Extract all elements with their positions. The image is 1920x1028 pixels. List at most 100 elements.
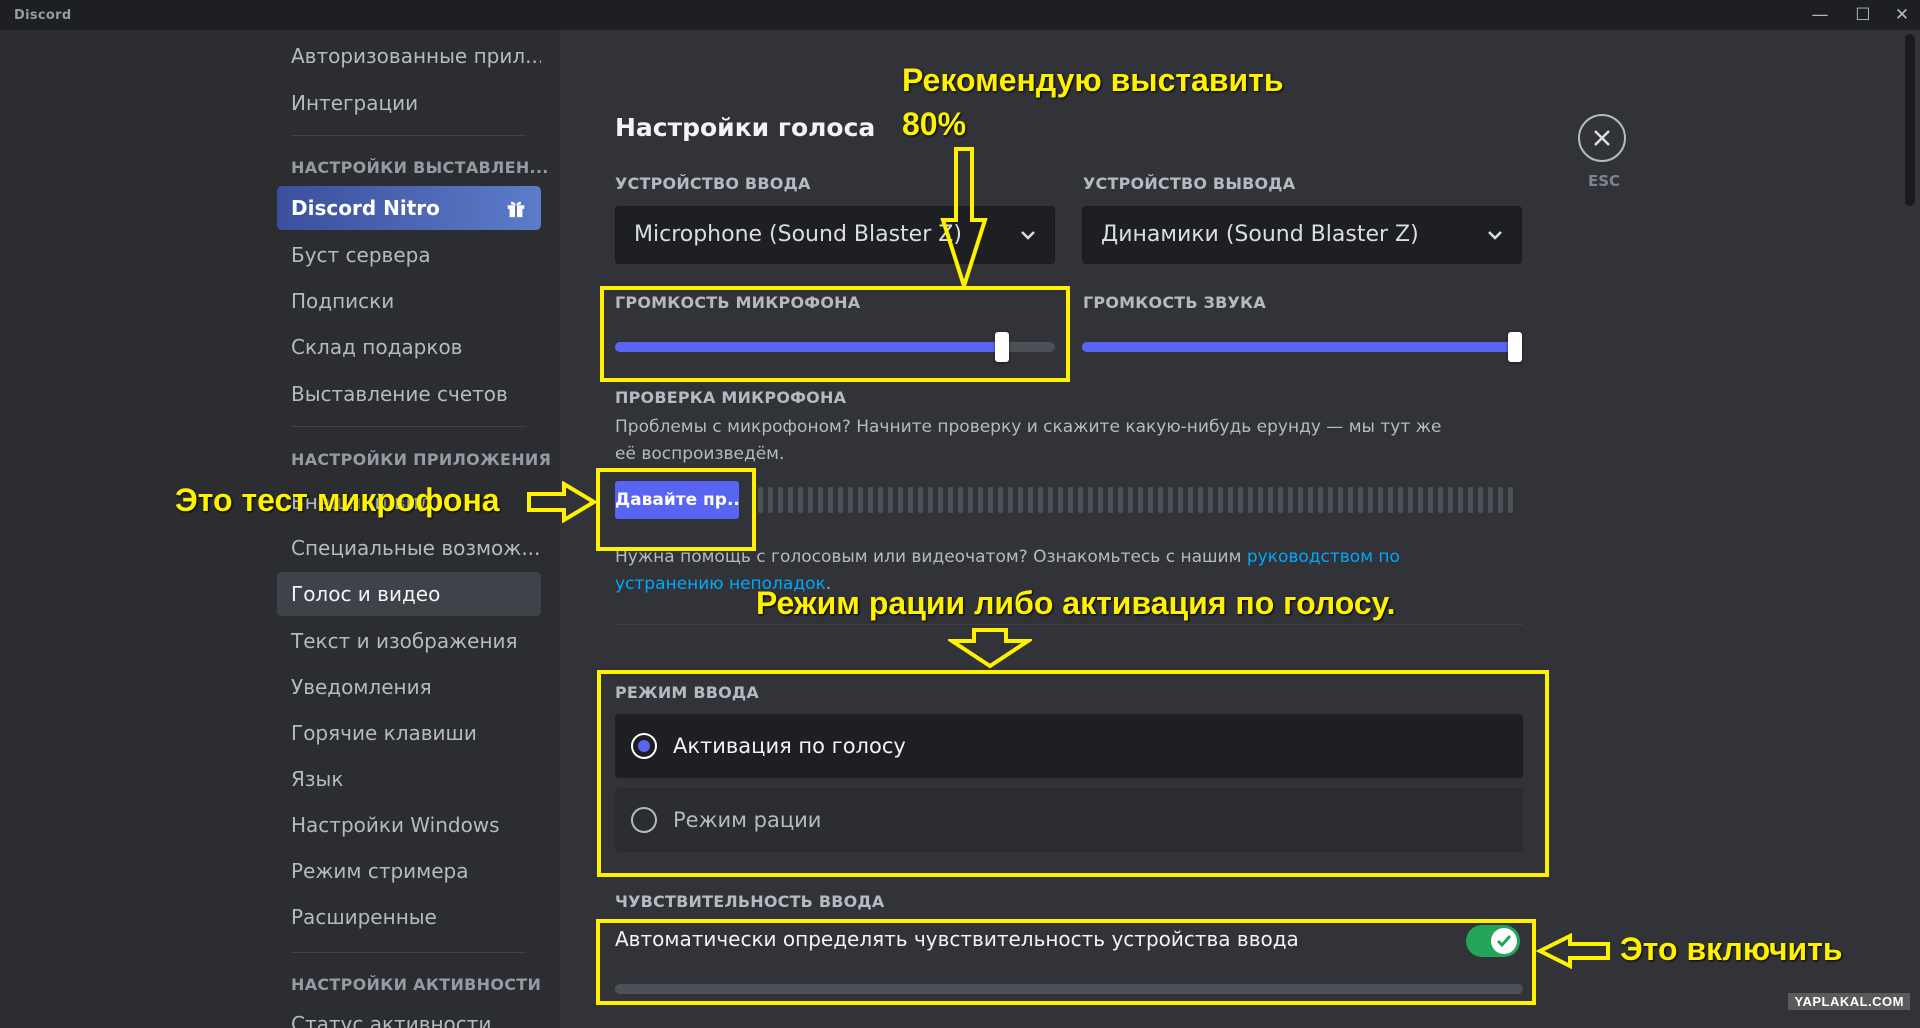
arrow-down-icon bbox=[940, 147, 988, 290]
meter-bar bbox=[938, 487, 943, 513]
meter-bar bbox=[1348, 487, 1353, 513]
sidebar-item-authorized-apps[interactable]: Авторизованные прил... bbox=[277, 34, 541, 78]
annotation-recommend-line1: Рекомендую выставить bbox=[902, 62, 1284, 98]
settings-sidebar: Авторизованные прил... Интеграции НАСТРО… bbox=[0, 30, 560, 1028]
annotation-mic-test: Это тест микрофона bbox=[175, 482, 500, 518]
meter-bar bbox=[1248, 487, 1253, 513]
meter-bar bbox=[998, 487, 1003, 513]
output-device-dropdown[interactable]: Динамики (Sound Blaster Z) bbox=[1082, 206, 1522, 264]
sound-volume-label: ГРОМКОСТЬ ЗВУКА bbox=[1083, 293, 1266, 312]
maximize-button[interactable]: ☐ bbox=[1843, 0, 1883, 30]
meter-bar bbox=[1048, 487, 1053, 513]
meter-bar bbox=[1448, 487, 1453, 513]
meter-bar bbox=[1508, 487, 1513, 513]
meter-bar bbox=[898, 487, 903, 513]
meter-bar bbox=[1208, 487, 1213, 513]
scrollbar-thumb[interactable] bbox=[1905, 34, 1915, 206]
annotation-box-auto-sensitivity bbox=[596, 919, 1536, 1005]
meter-bar bbox=[878, 487, 883, 513]
meter-bar bbox=[1178, 487, 1183, 513]
minimize-button[interactable]: — bbox=[1800, 0, 1840, 30]
meter-bar bbox=[868, 487, 873, 513]
app-title: Discord bbox=[14, 8, 72, 23]
meter-bar bbox=[918, 487, 923, 513]
input-device-value: Microphone (Sound Blaster Z) bbox=[634, 222, 962, 247]
input-device-label: УСТРОЙСТВО ВВОДА bbox=[615, 174, 811, 193]
meter-bar bbox=[1018, 487, 1023, 513]
sidebar-item-subscriptions[interactable]: Подписки bbox=[277, 279, 541, 323]
meter-bar bbox=[1378, 487, 1383, 513]
sidebar-item-voice-video[interactable]: Голос и видео bbox=[277, 572, 541, 616]
meter-bar bbox=[758, 487, 763, 513]
meter-bar bbox=[1318, 487, 1323, 513]
meter-bar bbox=[1398, 487, 1403, 513]
close-settings-button[interactable] bbox=[1578, 114, 1626, 162]
section-divider bbox=[615, 624, 1523, 625]
meter-bar bbox=[1498, 487, 1503, 513]
annotation-box-mic-volume bbox=[600, 286, 1070, 382]
sidebar-item-activity-status[interactable]: Статус активности bbox=[277, 1002, 541, 1028]
sidebar-item-language[interactable]: Язык bbox=[277, 757, 541, 801]
close-window-button[interactable]: ✕ bbox=[1882, 0, 1920, 30]
annotation-mode-hint: Режим рации либо активация по голосу. bbox=[756, 585, 1396, 621]
meter-bar bbox=[858, 487, 863, 513]
sidebar-item-streamer-mode[interactable]: Режим стримера bbox=[277, 849, 541, 893]
sidebar-item-accessibility[interactable]: Специальные возмож... bbox=[277, 526, 541, 570]
sidebar-header-activity: НАСТРОЙКИ АКТИВНОСТИ bbox=[291, 975, 542, 994]
meter-bar bbox=[1128, 487, 1133, 513]
meter-bar bbox=[1288, 487, 1293, 513]
meter-bar bbox=[1068, 487, 1073, 513]
meter-bar bbox=[1338, 487, 1343, 513]
sidebar-item-keybinds[interactable]: Горячие клавиши bbox=[277, 711, 541, 755]
sound-volume-slider[interactable] bbox=[1082, 332, 1522, 362]
mic-test-description: Проблемы с микрофоном? Начните проверку … bbox=[615, 417, 1442, 464]
meter-bar bbox=[1368, 487, 1373, 513]
meter-bar bbox=[1308, 487, 1313, 513]
sidebar-item-advanced[interactable]: Расширенные bbox=[277, 895, 541, 939]
meter-bar bbox=[988, 487, 993, 513]
meter-bar bbox=[1198, 487, 1203, 513]
sidebar-header-app-settings: НАСТРОЙКИ ПРИЛОЖЕНИЯ bbox=[291, 450, 552, 469]
watermark: YAPLAKAL.COM bbox=[1788, 993, 1910, 1010]
annotation-recommend-line2: 80% bbox=[902, 106, 967, 142]
sidebar-item-billing[interactable]: Выставление счетов bbox=[277, 372, 541, 416]
sidebar-item-server-boost[interactable]: Буст сервера bbox=[277, 233, 541, 277]
meter-bar bbox=[978, 487, 983, 513]
meter-bar bbox=[1298, 487, 1303, 513]
sidebar-divider bbox=[291, 426, 526, 427]
meter-bar bbox=[1228, 487, 1233, 513]
meter-bar bbox=[1038, 487, 1043, 513]
meter-bar bbox=[1238, 487, 1243, 513]
sidebar-item-integrations[interactable]: Интеграции bbox=[277, 81, 541, 125]
meter-bar bbox=[1008, 487, 1013, 513]
arrow-left-icon bbox=[1536, 933, 1610, 969]
meter-bar bbox=[808, 487, 813, 513]
sidebar-item-windows-settings[interactable]: Настройки Windows bbox=[277, 803, 541, 847]
sound-volume-knob[interactable] bbox=[1508, 332, 1522, 362]
meter-bar bbox=[1328, 487, 1333, 513]
meter-bar bbox=[1148, 487, 1153, 513]
sidebar-item-notifications[interactable]: Уведомления bbox=[277, 665, 541, 709]
sidebar-item-gift-inventory[interactable]: Склад подарков bbox=[277, 325, 541, 369]
sidebar-item-text-images[interactable]: Текст и изображения bbox=[277, 619, 541, 663]
meter-bar bbox=[968, 487, 973, 513]
arrow-down-icon bbox=[948, 628, 1032, 669]
output-device-value: Динамики (Sound Blaster Z) bbox=[1101, 222, 1419, 247]
sensitivity-hint-cutoff bbox=[615, 1016, 1415, 1028]
meter-bar bbox=[1418, 487, 1423, 513]
page-title: Настройки голоса bbox=[615, 113, 876, 142]
sidebar-header-billing: НАСТРОЙКИ ВЫСТАВЛЕН... bbox=[291, 158, 549, 177]
chevron-down-icon bbox=[1488, 231, 1502, 240]
sidebar-divider bbox=[291, 135, 526, 136]
meter-bar bbox=[1078, 487, 1083, 513]
gift-icon bbox=[507, 201, 525, 218]
sidebar-item-nitro[interactable]: Discord Nitro bbox=[277, 186, 541, 230]
meter-bar bbox=[1438, 487, 1443, 513]
close-icon bbox=[1594, 130, 1610, 146]
meter-bar bbox=[768, 487, 773, 513]
annotation-box-input-mode bbox=[597, 670, 1549, 877]
meter-bar bbox=[908, 487, 913, 513]
meter-bar bbox=[1488, 487, 1493, 513]
chevron-down-icon bbox=[1021, 231, 1035, 240]
meter-bar bbox=[958, 487, 963, 513]
